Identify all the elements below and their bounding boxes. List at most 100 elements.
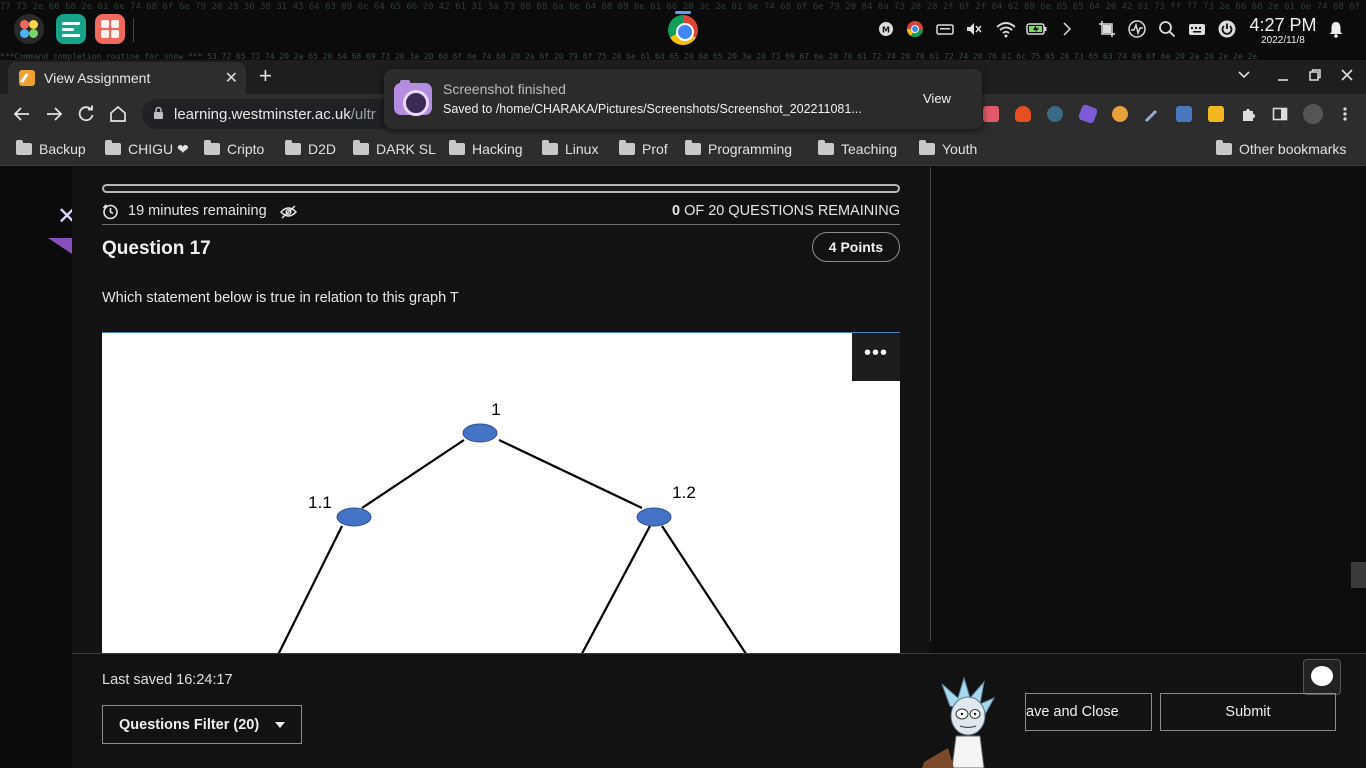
questions-remaining-label: OF 20 QUESTIONS REMAINING [684,203,900,219]
edge-root-n12 [498,439,643,509]
bookmark-folder-chigu[interactable]: CHIGU ❤ [105,140,189,158]
folder-icon [685,140,701,155]
app-launcher-icon[interactable] [14,14,44,44]
timer-icon [102,204,118,220]
extension-grid-icon[interactable] [1208,106,1224,122]
forward-arrow-icon[interactable] [44,104,64,128]
extension-red-arrow-icon[interactable] [983,106,999,122]
lock-icon [154,107,163,119]
dock-separator [133,18,134,42]
bookmark-folder-linux[interactable]: Linux [542,140,599,157]
tab-view-assignment[interactable]: View Assignment ✕ [8,62,246,94]
assessment-panel: 19 minutes remaining 0 OF 20 QUESTIONS R… [72,167,930,653]
bookmark-folder-youth[interactable]: Youth [919,140,977,157]
bookmark-label: Linux [565,141,599,157]
keyboard-tray-icon[interactable] [936,20,954,38]
volume-muted-icon[interactable] [965,20,983,38]
system-clock[interactable]: 4:27 PM 2022/11/8 [1246,15,1320,47]
folder-icon [204,140,220,155]
chrome-menu-icon[interactable] [1337,106,1353,122]
bookmark-folder-dark-sl[interactable]: DARK SL [353,140,436,157]
screenshot-crop-icon[interactable] [1098,20,1116,38]
image-more-options-button[interactable]: ••• [852,333,900,381]
chevron-right-icon[interactable] [1058,20,1076,38]
extension-fox-icon[interactable] [1015,106,1031,122]
profile-avatar[interactable] [1303,104,1323,124]
bookmark-folder-d2d[interactable]: D2D [285,140,336,157]
bookmark-label: Programming [708,141,793,157]
search-icon[interactable] [1158,20,1176,38]
extensions-puzzle-icon[interactable] [1240,106,1256,122]
bookmarks-bar: Backup CHIGU ❤ Cripto D2D DARK SL Hackin… [0,134,1366,166]
bookmark-label: Teaching [841,141,898,157]
graph-image: 1 1.1 1.2 ••• [102,332,900,653]
chat-bubble-icon[interactable] [1303,659,1341,695]
system-monitor-icon[interactable] [1128,20,1146,38]
bookmark-folder-hacking[interactable]: Hacking [449,140,523,157]
restore-window-icon[interactable] [1308,68,1322,86]
extension-pen-icon[interactable] [1143,106,1159,122]
bookmark-folder-prof[interactable]: Prof [619,140,668,157]
extension-glasses-icon[interactable] [1047,106,1063,122]
bookmark-label: Prof [642,141,668,157]
extension-cube-icon[interactable] [1077,103,1099,125]
left-gutter [0,167,72,768]
terminal-app-icon[interactable] [56,14,86,44]
keyboard-layout-icon[interactable] [1188,20,1206,38]
footer-actions: ave and Close Submit [1025,653,1366,768]
screenshot-notification[interactable]: Screenshot finished Saved to /home/CHARA… [384,69,982,129]
folder-icon [285,140,301,155]
address-bar[interactable]: learning.westminster.ac.uk/ultr [142,99,402,129]
bookmark-folder-cripto[interactable]: Cripto [204,140,264,157]
home-icon[interactable] [108,104,128,128]
right-pane [931,167,1366,653]
scrollbar-thumb[interactable] [1351,562,1366,588]
new-tab-plus-icon[interactable]: + [259,65,272,87]
edge-root-n11 [361,439,465,509]
cartoon-mascot-sticker [922,676,996,768]
clock-date: 2022/11/8 [1261,35,1305,46]
questions-remaining: 0 OF 20 QUESTIONS REMAINING [672,203,900,219]
folder-icon [919,140,935,155]
tab-close-icon[interactable]: ✕ [225,68,238,88]
side-panel-icon[interactable] [1272,106,1288,122]
back-arrow-icon[interactable] [12,104,32,128]
app-grid-icon[interactable] [95,14,125,44]
questions-filter-dropdown[interactable]: Questions Filter (20) [102,705,302,744]
minimize-icon[interactable] [1276,68,1290,86]
mail-tray-icon[interactable]: M [877,20,895,38]
chrome-taskbar-icon[interactable] [668,15,698,45]
notification-title: Screenshot finished [443,81,566,97]
chrome-tray-icon[interactable] [906,20,924,38]
bookmark-folder-backup[interactable]: Backup [16,140,86,157]
folder-icon [353,140,369,155]
node-root [462,423,498,443]
camera-icon [394,80,432,116]
submit-button[interactable]: Submit [1160,693,1336,731]
extension-mushroom-icon[interactable] [1112,106,1128,122]
folder-icon [818,140,834,155]
hide-timer-eye-icon[interactable] [280,205,297,219]
reload-icon[interactable] [76,104,96,128]
timer-row: 19 minutes remaining 0 OF 20 QUESTIONS R… [102,201,900,225]
folder-icon [1216,140,1232,155]
power-icon[interactable] [1218,20,1236,38]
wifi-icon[interactable] [996,20,1016,38]
tree-graph: 1 1.1 1.2 [277,400,747,653]
notification-bell-icon[interactable] [1327,20,1345,38]
tab-search-chevron-icon[interactable] [1237,68,1251,86]
close-window-icon[interactable] [1340,68,1354,86]
battery-charging-icon[interactable] [1026,20,1048,38]
extension-translate-off-icon[interactable] [1176,106,1192,122]
bookmark-folder-teaching[interactable]: Teaching [818,140,898,157]
bookmark-folder-programming[interactable]: Programming [685,140,793,157]
clock-time: 4:27 PM [1249,15,1317,35]
active-app-indicator [675,11,691,14]
node-label-root: 1 [491,400,500,419]
node-1-2 [636,507,672,527]
notification-body: Saved to /home/CHARAKA/Pictures/Screensh… [443,102,862,116]
other-bookmarks-folder[interactable]: Other bookmarks [1216,140,1346,157]
save-and-close-button[interactable]: ave and Close [1025,693,1152,731]
notification-view-button[interactable]: View [923,91,951,106]
bookmark-label: Hacking [472,141,523,157]
